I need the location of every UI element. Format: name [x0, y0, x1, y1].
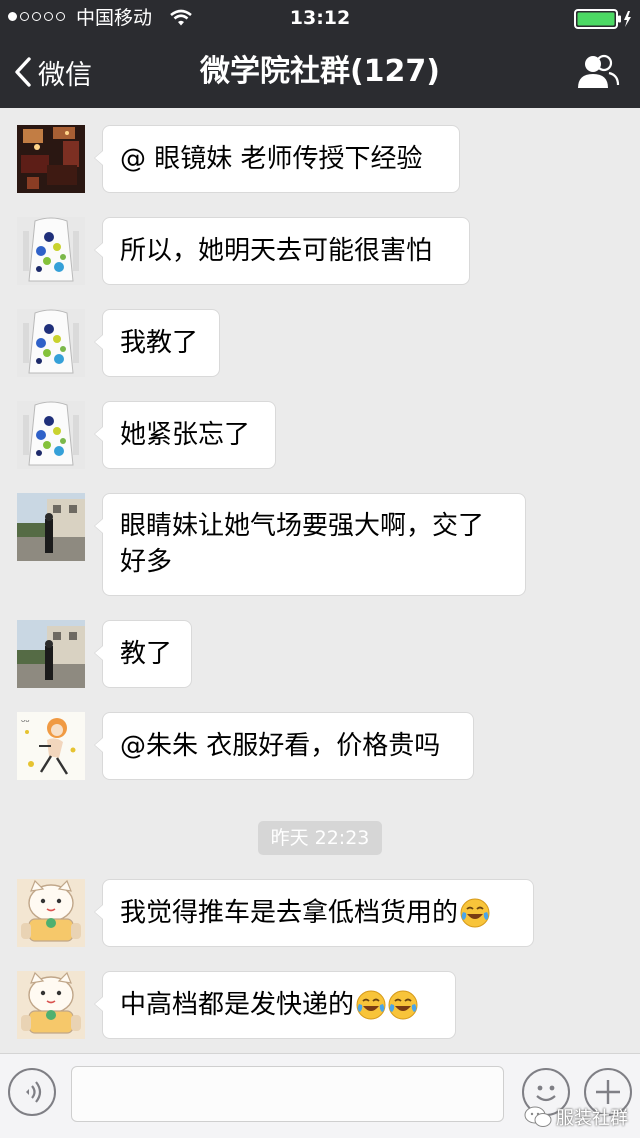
back-label: 微信 [38, 59, 92, 91]
laugh-cry-emoji [356, 990, 386, 1020]
clock: 13:12 [289, 7, 351, 29]
avatar[interactable] [17, 401, 85, 469]
voice-button[interactable] [8, 1068, 56, 1116]
chat-title: 微学院社群(127) [199, 54, 441, 89]
message-text: 我教了 [120, 328, 199, 358]
message-text: 教了 [120, 639, 173, 669]
avatar[interactable] [17, 712, 85, 780]
message-text: @朱朱 衣服好看，价格贵吗 [120, 731, 441, 761]
message-text: 中高档都是发快递的 [120, 990, 355, 1020]
back-button[interactable]: 微信 [14, 46, 92, 98]
time-divider: 昨天 22:23 [258, 821, 382, 855]
status-bar: 中国移动 13:12 [0, 0, 640, 36]
watermark: 服装社群 [524, 1104, 628, 1130]
message-bubble[interactable]: @ 眼镜妹 老师传授下经验 [94, 125, 460, 193]
battery-icon [574, 9, 631, 29]
laugh-cry-emoji [388, 990, 418, 1020]
nav-bar: 微信 微学院社群(127) [0, 36, 640, 108]
message-text: 她紧张忘了 [120, 420, 251, 450]
avatar[interactable] [17, 620, 85, 688]
avatar[interactable] [17, 125, 85, 193]
header: 中国移动 13:12 微信 微学院社群(127) [0, 0, 640, 108]
avatar[interactable] [17, 217, 85, 285]
message-text: 眼睛妹让她气场要强大啊，交了好多 [120, 511, 485, 577]
message-bubble[interactable]: 我教了 [94, 309, 220, 377]
message-text: @ 眼镜妹 老师传授下经验 [120, 144, 423, 174]
laugh-cry-emoji [460, 898, 490, 928]
message-bubble[interactable]: 她紧张忘了 [94, 401, 276, 469]
avatar[interactable] [17, 309, 85, 377]
message-input[interactable] [71, 1066, 504, 1122]
message-bubble[interactable]: 教了 [94, 620, 192, 688]
message-bubble[interactable]: 中高档都是发快递的 [94, 971, 456, 1039]
wechat-logo-icon [524, 1106, 552, 1127]
message-bubble[interactable]: 我觉得推车是去拿低档货用的 [94, 879, 534, 947]
avatar[interactable] [17, 493, 85, 561]
avatar[interactable] [17, 879, 85, 947]
message-text: 所以，她明天去可能很害怕 [120, 236, 433, 266]
message-bubble[interactable]: 眼睛妹让她气场要强大啊，交了好多 [94, 493, 526, 596]
chevron-left-icon [15, 57, 31, 87]
message-bubble[interactable]: @朱朱 衣服好看，价格贵吗 [94, 712, 474, 780]
message-bubble[interactable]: 所以，她明天去可能很害怕 [94, 217, 470, 285]
message-text: 我觉得推车是去拿低档货用的 [120, 898, 459, 928]
avatar[interactable] [17, 971, 85, 1039]
group-members-icon[interactable] [576, 54, 620, 90]
voice-icon [26, 1081, 42, 1103]
watermark-label: 服装社群 [556, 1108, 628, 1129]
